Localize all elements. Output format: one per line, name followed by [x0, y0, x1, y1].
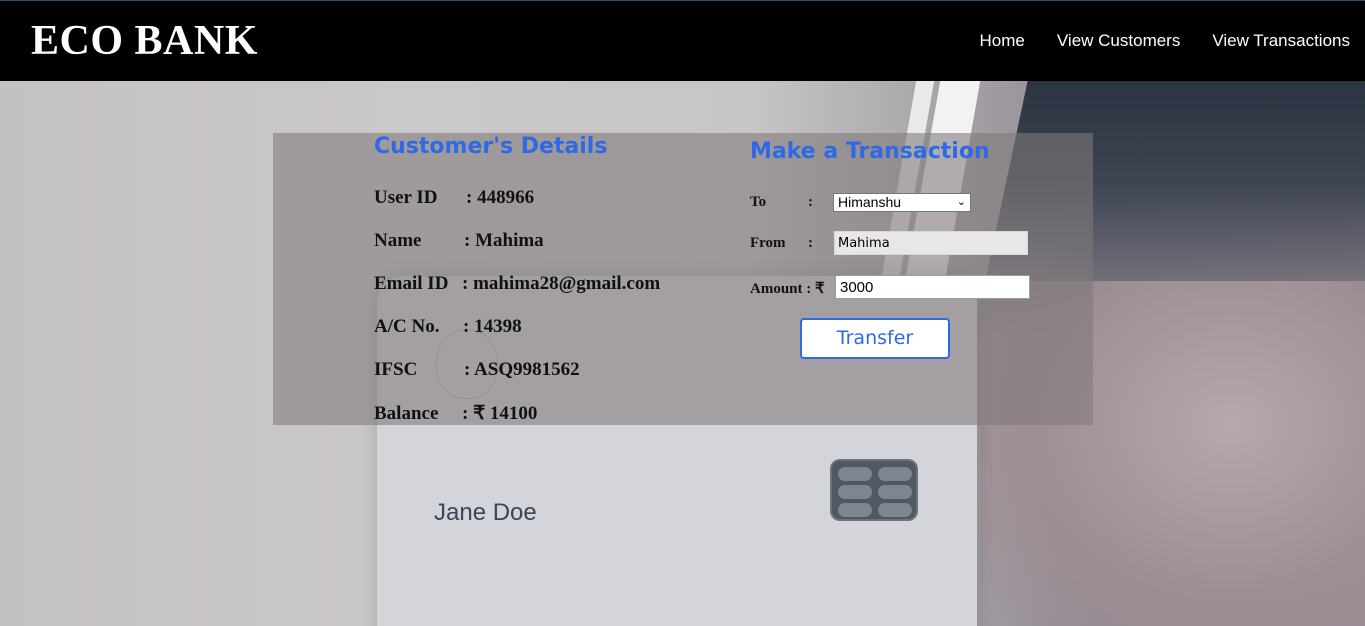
customer-details-heading: Customer's Details — [374, 134, 608, 159]
recipient-select[interactable]: Himanshu ⌄ — [833, 193, 971, 212]
top-navbar: ECO BANK Home View Customers View Transa… — [0, 0, 1365, 81]
detail-value: : ₹ 14100 — [462, 403, 538, 424]
make-transaction-heading: Make a Transaction — [750, 139, 990, 164]
chevron-down-icon: ⌄ — [956, 196, 966, 208]
detail-label: Email ID — [374, 273, 449, 294]
sender-field[interactable]: Mahima — [834, 231, 1028, 255]
detail-label: Balance — [374, 403, 439, 424]
detail-row-ifsc: IFSC : ASQ9981562 — [374, 359, 580, 381]
recipient-selected-value: Himanshu — [838, 194, 902, 210]
nav-view-transactions-link[interactable]: View Transactions — [1212, 31, 1350, 51]
amount-input[interactable]: 3000 — [835, 275, 1030, 299]
detail-value: : ASQ9981562 — [464, 359, 580, 380]
from-colon: : — [808, 235, 813, 251]
nav-home-link[interactable]: Home — [980, 31, 1025, 51]
detail-row-balance: Balance : ₹ 14100 — [374, 402, 537, 425]
transfer-button[interactable]: Transfer — [800, 318, 950, 359]
detail-row-user-id: User ID : 448966 — [374, 187, 534, 209]
detail-label: Name — [374, 230, 422, 251]
main-nav: Home View Customers View Transactions — [980, 31, 1350, 51]
detail-value: : mahima28@gmail.com — [462, 273, 661, 294]
detail-label: A/C No. — [374, 316, 440, 337]
nav-view-customers-link[interactable]: View Customers — [1057, 31, 1180, 51]
detail-label: IFSC — [374, 359, 418, 380]
to-label: To — [750, 194, 767, 210]
brand-logo[interactable]: ECO BANK — [31, 17, 258, 65]
detail-row-account-number: A/C No. : 14398 — [374, 316, 522, 338]
detail-value: : 448966 — [466, 187, 535, 208]
from-label: From — [750, 235, 786, 251]
detail-value: : 14398 — [463, 316, 522, 337]
detail-label: User ID — [374, 187, 438, 208]
detail-row-name: Name : Mahima — [374, 230, 544, 252]
to-colon: : — [808, 194, 813, 210]
card-chip-icon — [830, 459, 918, 521]
detail-value: : Mahima — [464, 230, 544, 251]
detail-row-email: Email ID : mahima28@gmail.com — [374, 273, 660, 295]
cardholder-name: Jane Doe — [434, 499, 537, 526]
amount-label: Amount : ₹ — [750, 281, 825, 297]
